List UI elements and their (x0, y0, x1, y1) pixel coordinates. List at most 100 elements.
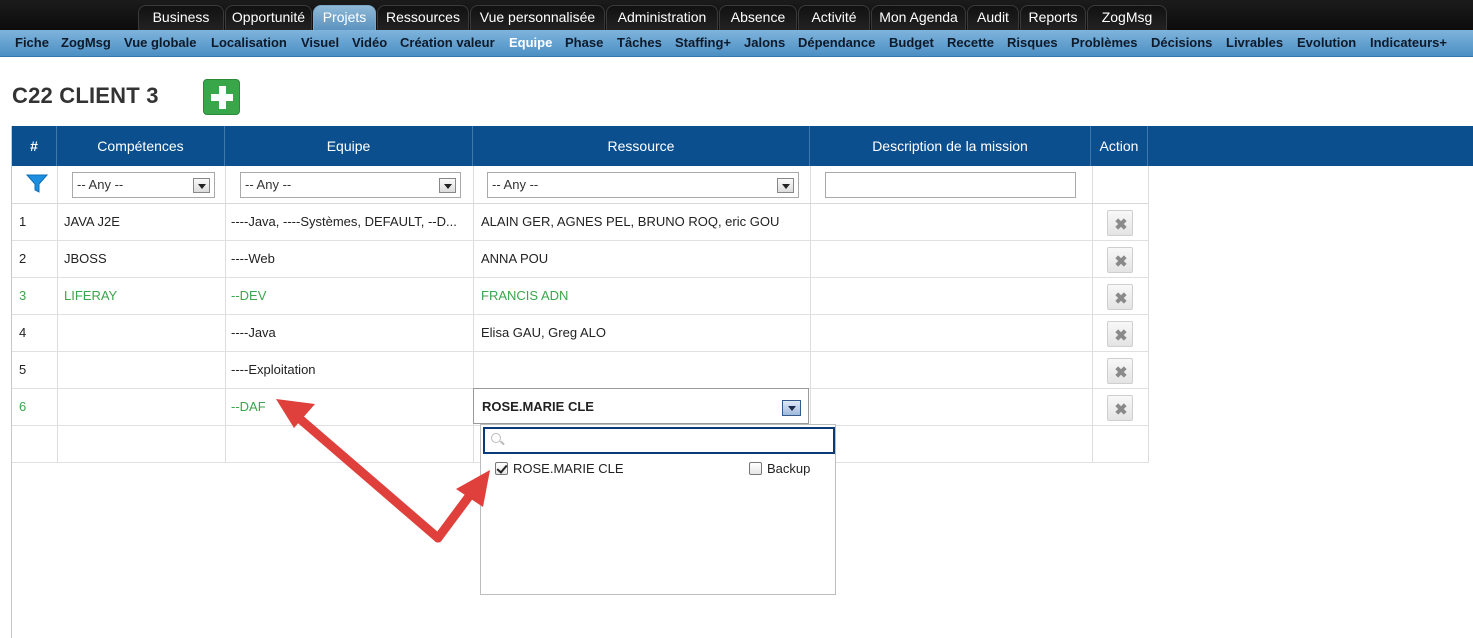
subnav-item-d-pendance[interactable]: Dépendance (798, 30, 875, 57)
subnav-item-fiche[interactable]: Fiche (15, 30, 49, 57)
cell-ressource: FRANCIS ADN (481, 288, 569, 303)
subnav-item-localisation[interactable]: Localisation (211, 30, 287, 57)
cell-ressource (481, 352, 806, 389)
header-equipe[interactable]: Equipe (225, 126, 473, 166)
cell-equipe: --DAF (231, 399, 266, 414)
ressource-filter-select[interactable]: -- Any -- (487, 172, 799, 198)
delete-row-button[interactable] (1107, 395, 1133, 421)
tab-absence[interactable]: Absence (719, 5, 797, 30)
chevron-down-icon (777, 178, 794, 193)
subnav-item-vid-o[interactable]: Vidéo (352, 30, 387, 57)
subnav-item-t-ches[interactable]: Tâches (617, 30, 662, 57)
cell-ressource: Elisa GAU, Greg ALO (481, 325, 606, 340)
ressource-option-label[interactable]: ROSE.MARIE CLE (513, 461, 624, 477)
subnav-item-evolution[interactable]: Evolution (1297, 30, 1356, 57)
tab-reports[interactable]: Reports (1020, 5, 1086, 30)
subnav-item-d-cisions[interactable]: Décisions (1151, 30, 1212, 57)
tab-mon-agenda[interactable]: Mon Agenda (871, 5, 966, 30)
cell-competences (64, 315, 219, 352)
subnav-item-cr-ation-valeur[interactable]: Création valeur (400, 30, 495, 57)
chevron-down-icon (193, 178, 210, 193)
cell-description (818, 352, 1086, 389)
header-ressource[interactable]: Ressource (473, 126, 810, 166)
cell-ressource: ALAIN GER, AGNES PEL, BRUNO ROQ, eric GO… (481, 214, 780, 229)
cell-num: 4 (19, 325, 27, 340)
cell-description (818, 241, 1086, 278)
cell-competences (64, 389, 219, 426)
header-description[interactable]: Description de la mission (810, 126, 1091, 166)
tab-administration[interactable]: Administration (606, 5, 718, 30)
tab-ressources[interactable]: Ressources (377, 5, 469, 30)
add-button[interactable] (203, 79, 240, 115)
equipe-filter-select[interactable]: -- Any -- (240, 172, 461, 198)
subnav-item-probl-mes[interactable]: Problèmes (1071, 30, 1137, 57)
subnav-item-phase[interactable]: Phase (565, 30, 603, 57)
header-num[interactable]: # (12, 126, 57, 166)
description-filter-input[interactable] (825, 172, 1076, 198)
ressource-select[interactable]: ROSE.MARIE CLE (473, 388, 809, 424)
backup-label[interactable]: Backup (767, 461, 810, 477)
cell-competences: JAVA J2E (64, 214, 120, 229)
header-action: Action (1091, 126, 1148, 166)
subnav-item-recette[interactable]: Recette (947, 30, 994, 57)
delete-row-button[interactable] (1107, 247, 1133, 273)
competences-filter-select[interactable]: -- Any -- (72, 172, 215, 198)
chevron-down-icon[interactable] (782, 400, 801, 416)
delete-row-button[interactable] (1107, 321, 1133, 347)
delete-row-button[interactable] (1107, 284, 1133, 310)
table-row[interactable]: 1 JAVA J2E ----Java, ----Systèmes, DEFAULT… (12, 204, 1149, 241)
cell-equipe: ----Java, ----Systèmes, DEFAULT, --D... (231, 214, 457, 229)
cell-description (818, 315, 1086, 352)
cell-num: 1 (19, 214, 27, 229)
cell-competences (64, 352, 219, 389)
cell-description (818, 278, 1086, 315)
filter-icon[interactable] (26, 174, 48, 194)
subnav-item-indicateurs-[interactable]: Indicateurs+ (1370, 30, 1447, 57)
chevron-down-icon (439, 178, 456, 193)
subnav-item-vue-globale[interactable]: Vue globale (124, 30, 196, 57)
ressource-option-checkbox[interactable] (495, 462, 508, 475)
tab-activit-[interactable]: Activité (798, 5, 870, 30)
header-competences[interactable]: Compétences (57, 126, 225, 166)
cell-num: 2 (19, 251, 27, 266)
subnav-item-jalons[interactable]: Jalons (744, 30, 785, 57)
cell-competences: JBOSS (64, 251, 107, 266)
ressource-selected-value: ROSE.MARIE CLE (482, 399, 594, 414)
tab-opportunit-[interactable]: Opportunité (225, 5, 312, 30)
cell-equipe: --DEV (231, 288, 267, 303)
tab-projets[interactable]: Projets (313, 5, 376, 30)
delete-row-button[interactable] (1107, 210, 1133, 236)
cell-description (818, 389, 1086, 426)
tab-business[interactable]: Business (138, 5, 224, 30)
cell-num: 5 (19, 362, 27, 377)
search-icon (491, 433, 501, 443)
tab-vue-personnalis-e[interactable]: Vue personnalisée (470, 5, 605, 30)
delete-row-button[interactable] (1107, 358, 1133, 384)
cell-num: 3 (19, 288, 27, 303)
subnav-item-budget[interactable]: Budget (889, 30, 934, 57)
subnav-item-visuel[interactable]: Visuel (301, 30, 339, 57)
table-row[interactable]: 5 ----Exploitation (12, 352, 1149, 389)
sub-navigation: Fiche ZogMsg Vue globale Localisation Visuel… (0, 30, 1473, 57)
cell-num: 6 (19, 399, 27, 414)
tab-audit[interactable]: Audit (967, 5, 1019, 30)
cell-equipe: ----Web (231, 251, 275, 266)
cell-ressource: ANNA POU (481, 251, 549, 266)
subnav-item-zogmsg[interactable]: ZogMsg (61, 30, 111, 57)
backup-checkbox[interactable] (749, 462, 762, 475)
tab-zogmsg[interactable]: ZogMsg (1087, 5, 1167, 30)
ressource-search-input[interactable] (483, 427, 835, 454)
table-row[interactable]: 3 LIFERAY --DEV FRANCIS ADN (12, 278, 1149, 315)
ressource-dropdown-panel: ROSE.MARIE CLE Backup (480, 424, 836, 595)
subnav-item-equipe[interactable]: Equipe (509, 30, 552, 57)
cell-competences: LIFERAY (64, 288, 118, 303)
cell-description (818, 204, 1086, 241)
subnav-item-risques[interactable]: Risques (1007, 30, 1058, 57)
cell-equipe: ----Java (231, 325, 276, 340)
top-tab-bar: Business Opportunité Projets Ressources Vue … (0, 0, 1473, 30)
cell-equipe: ----Exploitation (231, 362, 316, 377)
table-row[interactable]: 4 ----Java Elisa GAU, Greg ALO (12, 315, 1149, 352)
table-row[interactable]: 2 JBOSS ----Web ANNA POU (12, 241, 1149, 278)
subnav-item-staffing-[interactable]: Staffing+ (675, 30, 731, 57)
subnav-item-livrables[interactable]: Livrables (1226, 30, 1283, 57)
